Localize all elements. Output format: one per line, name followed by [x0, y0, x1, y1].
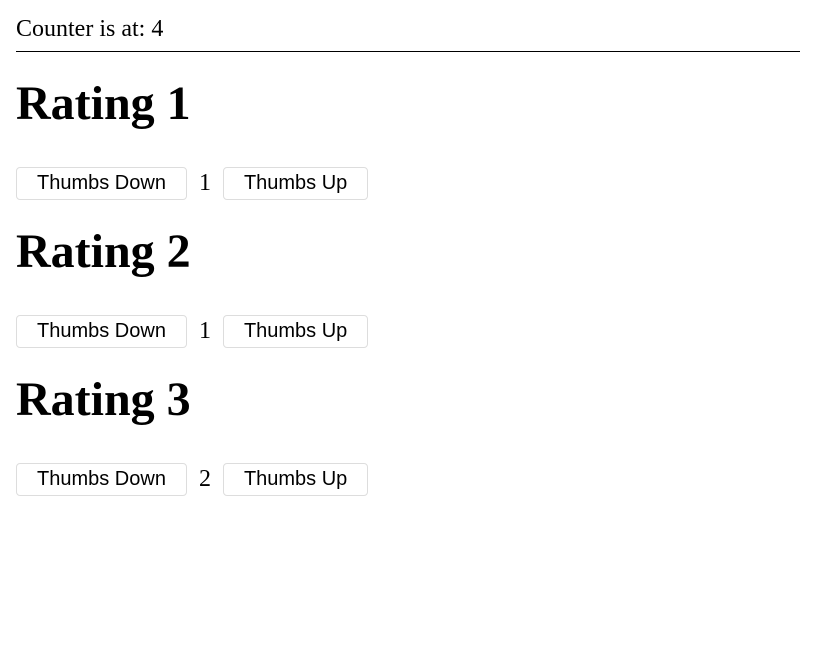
- rating-title: Rating 1: [16, 76, 800, 131]
- thumbs-down-button[interactable]: Thumbs Down: [16, 167, 187, 200]
- rating-title: Rating 3: [16, 372, 800, 427]
- counter-label: Counter is at:: [16, 16, 151, 42]
- rating-block-1: Rating 1 Thumbs Down 1 Thumbs Up: [16, 76, 800, 200]
- thumbs-down-button[interactable]: Thumbs Down: [16, 463, 187, 496]
- rating-title: Rating 2: [16, 224, 800, 279]
- rating-value: 1: [197, 318, 213, 345]
- divider: [16, 51, 800, 52]
- counter-value: 4: [151, 16, 163, 42]
- thumbs-up-button[interactable]: Thumbs Up: [223, 463, 368, 496]
- rating-block-3: Rating 3 Thumbs Down 2 Thumbs Up: [16, 372, 800, 496]
- rating-value: 2: [197, 466, 213, 493]
- rating-controls: Thumbs Down 1 Thumbs Up: [16, 167, 800, 200]
- rating-block-2: Rating 2 Thumbs Down 1 Thumbs Up: [16, 224, 800, 348]
- rating-controls: Thumbs Down 1 Thumbs Up: [16, 315, 800, 348]
- rating-controls: Thumbs Down 2 Thumbs Up: [16, 463, 800, 496]
- thumbs-down-button[interactable]: Thumbs Down: [16, 315, 187, 348]
- thumbs-up-button[interactable]: Thumbs Up: [223, 315, 368, 348]
- rating-value: 1: [197, 170, 213, 197]
- counter-line: Counter is at: 4: [16, 16, 800, 43]
- thumbs-up-button[interactable]: Thumbs Up: [223, 167, 368, 200]
